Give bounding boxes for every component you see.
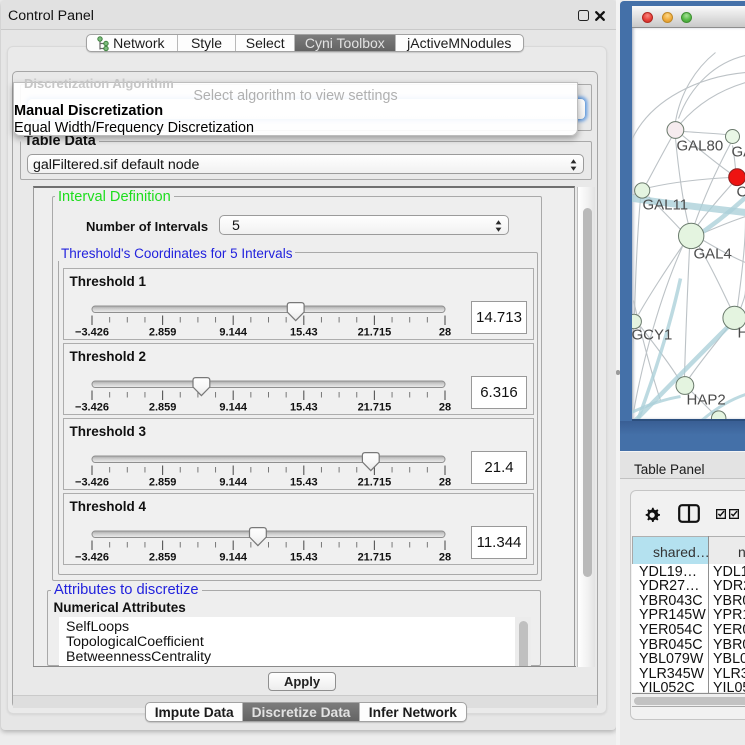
svg-text:GAL: GAL — [731, 143, 745, 160]
svg-text:C: C — [736, 183, 745, 200]
svg-text:GCY1: GCY1 — [632, 326, 672, 343]
svg-text:H: H — [737, 324, 745, 341]
svg-text:GAL4: GAL4 — [693, 245, 731, 262]
svg-text:HAP2: HAP2 — [686, 391, 725, 408]
svg-text:GAL80: GAL80 — [676, 137, 723, 154]
svg-text:GAL11: GAL11 — [642, 196, 688, 213]
